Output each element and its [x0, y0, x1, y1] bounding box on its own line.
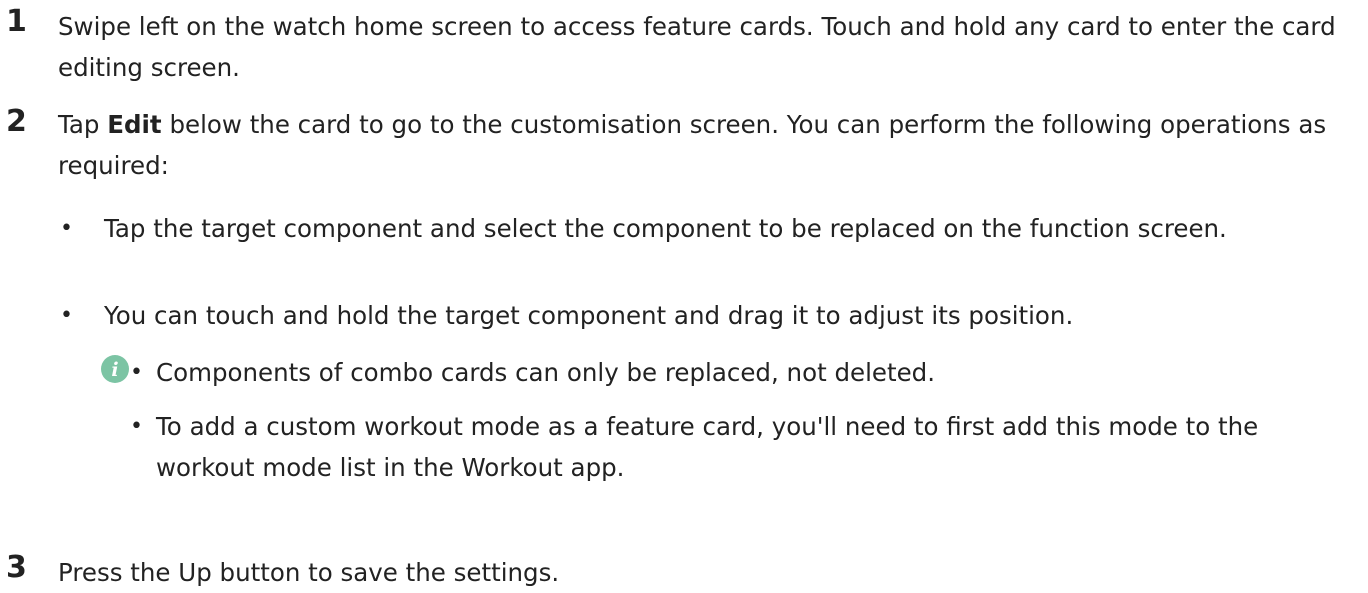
document-page: 1 Swipe left on the watch home screen to…	[0, 0, 1368, 592]
svg-text:i: i	[111, 359, 118, 381]
list-item-text: You can touch and hold the target compon…	[104, 301, 1074, 330]
list-item-text: Tap the target component and select the …	[104, 214, 1227, 243]
note-item: • Components of combo cards can only be …	[130, 352, 1320, 393]
step-text: Tap Edit below the card to go to the cus…	[58, 104, 1338, 186]
step-text: Press the Up button to save the settings…	[58, 558, 560, 587]
list-item: • You can touch and hold the target comp…	[60, 295, 1320, 336]
note-item: • To add a custom workout mode as a feat…	[130, 406, 1320, 488]
step-1: 1 Swipe left on the watch home screen to…	[6, 4, 1336, 84]
step-number: 1	[6, 4, 27, 39]
list-item: • Tap the target component and select th…	[60, 208, 1320, 290]
step-3: 3 Press the Up button to save the settin…	[6, 550, 1336, 590]
bullet-marker: •	[130, 414, 143, 439]
step-text: Swipe left on the watch home screen to a…	[58, 12, 1336, 82]
step-text-before: Tap	[58, 110, 108, 139]
step-number: 3	[6, 550, 27, 585]
bullet-marker: •	[60, 216, 73, 241]
step-text-after: below the card to go to the customisatio…	[58, 110, 1327, 180]
step-number: 2	[6, 104, 27, 139]
info-icon: i	[101, 355, 129, 383]
bullet-marker: •	[130, 360, 143, 385]
bullet-marker: •	[60, 303, 73, 328]
edit-keyword: Edit	[107, 110, 162, 139]
note-item-text: To add a custom workout mode as a featur…	[156, 412, 1259, 482]
note-item-text: Components of combo cards can only be re…	[156, 358, 935, 387]
note-block: i • Components of combo cards can only b…	[100, 352, 1320, 522]
